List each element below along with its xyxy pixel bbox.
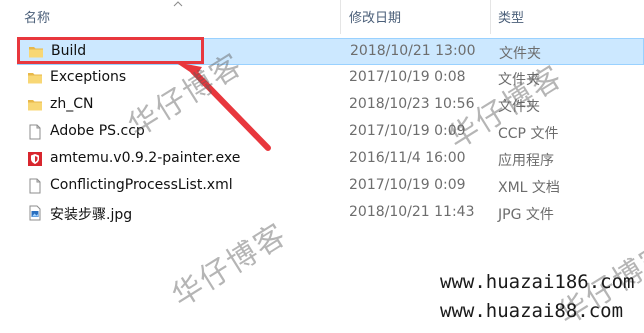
file-date: 2018/10/21 13:00 bbox=[350, 43, 476, 59]
file-icon bbox=[29, 178, 41, 194]
file-date: 2018/10/21 11:43 bbox=[349, 204, 475, 220]
watermark-url: www.huazai88.com bbox=[440, 300, 624, 322]
file-name: Exceptions bbox=[50, 69, 127, 85]
file-date: 2017/10/19 0:08 bbox=[349, 69, 466, 85]
file-row-amtemu-exe[interactable]: amtemu.v0.9.2-painter.exe 2016/11/4 16:0… bbox=[17, 146, 644, 173]
folder-icon bbox=[28, 100, 42, 111]
file-name: zh_CN bbox=[50, 96, 94, 112]
file-name: ConflictingProcessList.xml bbox=[50, 177, 233, 193]
file-type: JPG 文件 bbox=[498, 207, 554, 223]
file-name: 安装步骤.jpg bbox=[50, 207, 133, 223]
file-row-install-steps-jpg[interactable]: 安装步骤.jpg 2018/10/21 11:43 JPG 文件 bbox=[17, 200, 644, 227]
file-date: 2016/11/4 16:00 bbox=[349, 150, 466, 166]
image-file-icon bbox=[29, 205, 41, 221]
file-icon bbox=[29, 124, 41, 140]
watermark-url: www.huazai186.com bbox=[440, 271, 635, 293]
file-name: amtemu.v0.9.2-painter.exe bbox=[50, 150, 241, 166]
file-type: XML 文档 bbox=[498, 180, 560, 196]
file-date: 2017/10/19 0:09 bbox=[349, 177, 466, 193]
highlight-box bbox=[17, 37, 204, 64]
shield-app-icon bbox=[28, 152, 42, 166]
folder-icon bbox=[28, 73, 42, 84]
file-row-adobe-ps-ccp[interactable]: Adobe PS.ccp 2017/10/19 0:09 CCP 文件 bbox=[17, 119, 644, 146]
file-row-conflicting-xml[interactable]: ConflictingProcessList.xml 2017/10/19 0:… bbox=[17, 173, 644, 200]
file-type: 应用程序 bbox=[498, 153, 554, 169]
